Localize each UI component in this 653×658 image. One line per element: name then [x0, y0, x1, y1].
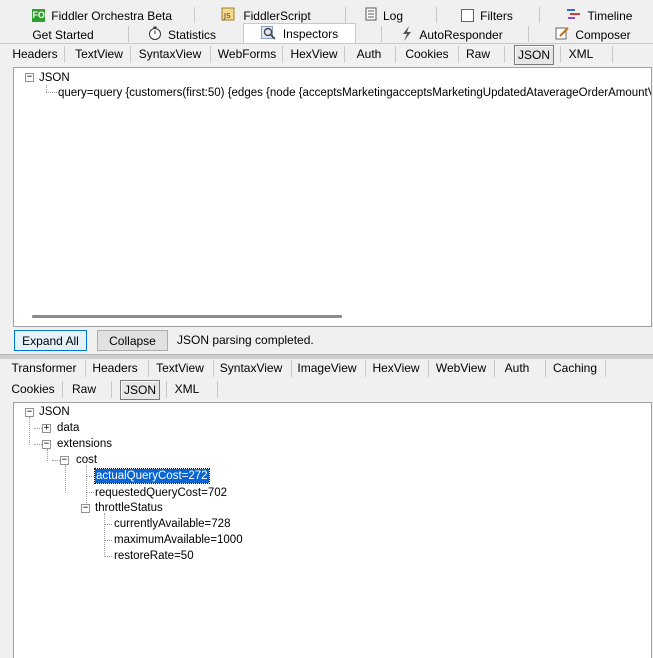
- resp-tab-xml[interactable]: XML: [174, 379, 200, 399]
- tab-filters[interactable]: Filters: [458, 6, 516, 25]
- tree-node-root[interactable]: JSON: [39, 71, 70, 85]
- svg-text:JS: JS: [223, 12, 231, 20]
- req-tab-textview[interactable]: TextView: [72, 44, 126, 64]
- tab-label: Get Started: [32, 27, 94, 42]
- tab-label: Filters: [480, 8, 513, 23]
- tree-node-extensions[interactable]: extensions: [57, 437, 112, 451]
- tree-node-actual-query-cost[interactable]: actualQueryCost=272: [94, 468, 210, 484]
- tab-label: Fiddler Orchestra Beta: [51, 8, 172, 23]
- tab-label: Inspectors: [282, 27, 339, 41]
- fo-icon: FO: [32, 9, 46, 22]
- collapse-toggle-icon[interactable]: −: [25, 73, 34, 82]
- pencil-icon: [555, 26, 570, 43]
- response-json-tree[interactable]: − JSON + data − extensions − cost actual…: [13, 402, 652, 658]
- req-tab-syntaxview[interactable]: SyntaxView: [138, 44, 202, 64]
- tab-timeline[interactable]: Timeline: [566, 6, 632, 25]
- lightning-icon: [401, 25, 413, 44]
- tab-autoresponder[interactable]: AutoResponder: [401, 25, 503, 44]
- tree-node-currently-available[interactable]: currentlyAvailable=728: [114, 517, 230, 531]
- timeline-icon: [566, 8, 582, 23]
- req-tab-webforms[interactable]: WebForms: [217, 44, 277, 64]
- tree-node-requested-query-cost[interactable]: requestedQueryCost=702: [95, 486, 227, 500]
- resp-tab-json[interactable]: JSON: [120, 380, 160, 400]
- tab-composer[interactable]: Composer: [555, 25, 631, 44]
- tree-node-root[interactable]: JSON: [39, 405, 70, 419]
- tab-inspectors[interactable]: Inspectors: [243, 23, 356, 44]
- tree-node-data[interactable]: data: [57, 421, 79, 435]
- expand-all-button[interactable]: Expand All: [14, 330, 87, 351]
- tab-label: Statistics: [168, 27, 217, 42]
- resp-tab-auth[interactable]: Auth: [500, 358, 534, 378]
- checkbox-icon: [461, 9, 475, 22]
- tree-node-throttle-status[interactable]: throttleStatus: [95, 501, 163, 515]
- req-tab-json[interactable]: JSON: [514, 45, 554, 65]
- magnifier-icon: [260, 25, 277, 43]
- collapse-toggle-icon[interactable]: −: [81, 504, 90, 513]
- tab-label: Timeline: [587, 8, 633, 23]
- tab-label: FiddlerScript: [243, 8, 311, 23]
- collapse-toggle-icon[interactable]: −: [25, 408, 34, 417]
- tab-label: Log: [382, 8, 404, 23]
- log-icon: [365, 7, 377, 24]
- req-tab-xml[interactable]: XML: [568, 44, 594, 64]
- resp-tab-cookies[interactable]: Cookies: [10, 379, 56, 399]
- expand-toggle-icon[interactable]: +: [42, 424, 51, 433]
- status-text: JSON parsing completed.: [177, 333, 314, 347]
- req-tab-headers[interactable]: Headers: [10, 44, 60, 64]
- tab-get-started[interactable]: Get Started: [32, 25, 94, 44]
- resp-tab-hexview[interactable]: HexView: [371, 358, 421, 378]
- tab-label: AutoResponder: [419, 27, 503, 42]
- req-tab-raw[interactable]: Raw: [464, 44, 492, 64]
- collapse-button[interactable]: Collapse: [97, 330, 168, 351]
- resp-tab-textview[interactable]: TextView: [154, 358, 206, 378]
- tab-fiddler-orchestra[interactable]: FO Fiddler Orchestra Beta: [32, 6, 172, 25]
- resp-tab-imageview[interactable]: ImageView: [297, 358, 357, 378]
- tree-node-maximum-available[interactable]: maximumAvailable=1000: [114, 533, 243, 547]
- tab-statistics[interactable]: Statistics: [148, 25, 216, 44]
- req-tab-auth[interactable]: Auth: [351, 44, 387, 64]
- horizontal-scrollbar[interactable]: [32, 315, 342, 318]
- tab-label: Composer: [575, 27, 631, 42]
- tree-node-restore-rate[interactable]: restoreRate=50: [114, 549, 194, 563]
- tree-node-query[interactable]: query=query {customers(first:50) {edges …: [58, 86, 651, 100]
- js-icon: JS: [221, 7, 237, 24]
- resp-tab-transformer[interactable]: Transformer: [10, 358, 78, 378]
- tab-log[interactable]: Log: [360, 6, 408, 25]
- collapse-toggle-icon[interactable]: −: [42, 440, 51, 449]
- resp-tab-webview[interactable]: WebView: [434, 358, 488, 378]
- resp-tab-syntaxview[interactable]: SyntaxView: [219, 358, 283, 378]
- request-json-tree[interactable]: − JSON query=query {customers(first:50) …: [13, 67, 652, 327]
- stopwatch-icon: [148, 26, 162, 43]
- req-tab-hexview[interactable]: HexView: [289, 44, 339, 64]
- resp-tab-caching[interactable]: Caching: [552, 358, 598, 378]
- collapse-toggle-icon[interactable]: −: [60, 456, 69, 465]
- resp-tab-raw[interactable]: Raw: [70, 379, 98, 399]
- req-tab-cookies[interactable]: Cookies: [402, 44, 452, 64]
- resp-tab-headers[interactable]: Headers: [91, 358, 139, 378]
